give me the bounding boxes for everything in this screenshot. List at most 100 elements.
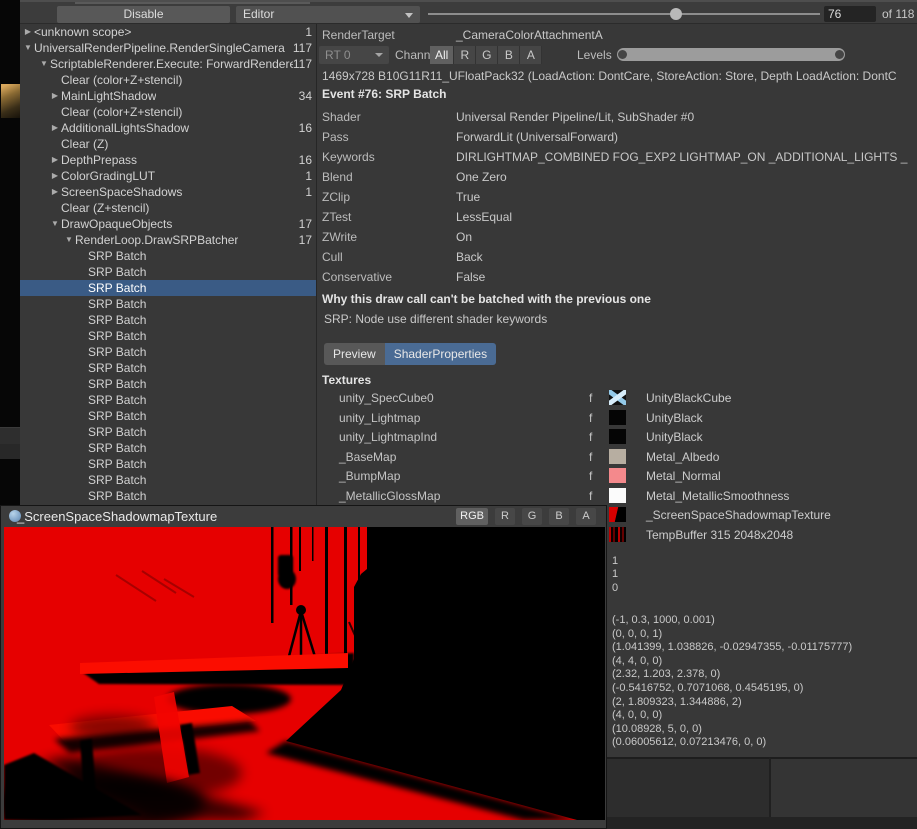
tree-row[interactable]: Clear (color+Z+stencil) xyxy=(20,72,316,88)
background-panel-row xyxy=(0,444,20,459)
tree-row[interactable]: SRP Batch xyxy=(20,408,316,424)
preview-titlebar[interactable]: _ScreenSpaceShadowmapTexture RGBRGBA xyxy=(2,506,607,527)
chevron-down-icon[interactable]: ▼ xyxy=(63,232,75,248)
tree-row[interactable]: SRP Batch xyxy=(20,472,316,488)
texture-thumbnail-black[interactable] xyxy=(609,410,626,425)
texture-name[interactable]: UnityBlackCube xyxy=(646,391,731,405)
levels-range-slider[interactable] xyxy=(617,48,845,61)
tree-row[interactable]: SRP Batch xyxy=(20,328,316,344)
texture-thumbnail-shadowmap[interactable] xyxy=(609,507,626,522)
vector-value: (0, 0, 0, 1) xyxy=(612,628,852,642)
tree-row-count: 117 xyxy=(293,41,316,55)
toolbar: Disable Editor 76 of 118 xyxy=(20,0,917,24)
mode-dropdown[interactable]: Editor xyxy=(236,6,420,23)
preview-channel-button-r[interactable]: R xyxy=(495,508,515,525)
event-slider-track[interactable] xyxy=(428,13,820,15)
property-label: Conservative xyxy=(322,270,392,284)
texture-thumbnail-cubemap[interactable] xyxy=(609,390,626,405)
vector-value: (1.041399, 1.038826, -0.02947355, -0.011… xyxy=(612,641,852,655)
chevron-down-icon[interactable]: ▼ xyxy=(22,40,34,56)
preview-channel-button-g[interactable]: G xyxy=(522,508,542,525)
vector-value: (-1, 0.3, 1000, 0.001) xyxy=(612,614,852,628)
channel-button-a[interactable]: A xyxy=(520,46,542,64)
batch-break-reason: SRP: Node use different shader keywords xyxy=(324,312,547,326)
chevron-down-icon[interactable]: ▼ xyxy=(49,216,61,232)
disable-button[interactable]: Disable xyxy=(57,6,230,23)
tree-row[interactable]: ▼RenderLoop.DrawSRPBatcher17 xyxy=(20,232,316,248)
texture-name[interactable]: Metal_MetallicSmoothness xyxy=(646,489,789,503)
tree-row[interactable]: ▶AdditionalLightsShadow16 xyxy=(20,120,316,136)
texture-type: f xyxy=(589,391,592,405)
texture-name[interactable]: UnityBlack xyxy=(646,411,703,425)
tree-row-count: 1 xyxy=(305,169,316,183)
tree-row[interactable]: ▶<unknown scope>1 xyxy=(20,24,316,40)
tree-row-label: SRP Batch xyxy=(88,473,146,487)
vector-value: (2.32, 1.203, 2.378, 0) xyxy=(612,668,852,682)
chevron-right-icon[interactable]: ▶ xyxy=(49,120,61,136)
tree-row[interactable]: SRP Batch xyxy=(20,344,316,360)
texture-thumbnail-white[interactable] xyxy=(609,488,626,503)
texture-row: unity_SpecCube0fUnityBlackCube xyxy=(317,389,917,409)
texture-name[interactable]: UnityBlack xyxy=(646,430,703,444)
tree-row[interactable]: SRP Batch xyxy=(20,424,316,440)
texture-name[interactable]: Metal_Normal xyxy=(646,469,721,483)
channel-button-r[interactable]: R xyxy=(454,46,476,64)
tree-row[interactable]: ▼UniversalRenderPipeline.RenderSingleCam… xyxy=(20,40,316,56)
property-row: ConservativeFalse xyxy=(317,268,917,288)
tree-row[interactable]: SRP Batch xyxy=(20,456,316,472)
tree-row[interactable]: SRP Batch xyxy=(20,280,316,296)
tree-row[interactable]: ▶MainLightShadow34 xyxy=(20,88,316,104)
tab-preview[interactable]: Preview xyxy=(324,343,385,365)
tree-row[interactable]: ▼DrawOpaqueObjects 17 xyxy=(20,216,316,232)
tree-row[interactable]: SRP Batch xyxy=(20,376,316,392)
tree-row[interactable]: Clear (Z+stencil) xyxy=(20,200,316,216)
tree-row[interactable]: SRP Batch xyxy=(20,360,316,376)
chevron-down-icon[interactable]: ▼ xyxy=(38,56,50,72)
texture-name[interactable]: TempBuffer 315 2048x2048 xyxy=(646,528,793,542)
float-value: 0 xyxy=(612,582,618,595)
tree-row-label: DrawOpaqueObjects xyxy=(61,217,172,231)
channel-button-b[interactable]: B xyxy=(498,46,520,64)
event-number-field[interactable]: 76 xyxy=(824,6,876,22)
tree-row[interactable]: Clear (Z) xyxy=(20,136,316,152)
tree-row[interactable]: ▶DepthPrepass16 xyxy=(20,152,316,168)
texture-row: unity_LightmapfUnityBlack xyxy=(317,409,917,429)
frame-debugger-window: Disable Editor 76 of 118 ▶<unknown scope… xyxy=(0,0,917,829)
chevron-right-icon[interactable]: ▶ xyxy=(49,88,61,104)
tree-row[interactable]: SRP Batch xyxy=(20,488,316,504)
chevron-right-icon[interactable]: ▶ xyxy=(49,184,61,200)
chevron-right-icon[interactable]: ▶ xyxy=(49,152,61,168)
tree-row[interactable]: SRP Batch xyxy=(20,312,316,328)
rt-index-dropdown[interactable]: RT 0 xyxy=(319,46,389,64)
tree-row[interactable]: Clear (color+Z+stencil) xyxy=(20,104,316,120)
tree-row[interactable]: SRP Batch xyxy=(20,392,316,408)
tree-row[interactable]: SRP Batch xyxy=(20,296,316,312)
tree-row[interactable]: SRP Batch xyxy=(20,248,316,264)
tree-row[interactable]: ▶ColorGradingLUT1 xyxy=(20,168,316,184)
preview-channel-button-b[interactable]: B xyxy=(549,508,569,525)
texture-name[interactable]: Metal_Albedo xyxy=(646,450,719,464)
texture-thumbnail-stripes[interactable] xyxy=(609,527,626,542)
preview-channel-button-rgb[interactable]: RGB xyxy=(456,508,488,525)
tree-row-count: 17 xyxy=(299,217,316,231)
tree-row[interactable]: ▶ScreenSpaceShadows1 xyxy=(20,184,316,200)
texture-thumbnail-black[interactable] xyxy=(609,429,626,444)
texture-thumbnail-tan[interactable] xyxy=(609,449,626,464)
chevron-right-icon[interactable]: ▶ xyxy=(22,24,34,40)
tree-row-label: SRP Batch xyxy=(88,425,146,439)
preview-channel-button-a[interactable]: A xyxy=(576,508,596,525)
event-slider-handle[interactable] xyxy=(670,8,682,20)
texture-row: _MetallicGlossMapfMetal_MetallicSmoothne… xyxy=(317,487,917,507)
tree-row-count: 34 xyxy=(299,89,316,103)
channel-button-g[interactable]: G xyxy=(476,46,498,64)
vector-value: (4, 4, 0, 0) xyxy=(612,655,852,669)
tree-row[interactable]: SRP Batch xyxy=(20,264,316,280)
texture-name[interactable]: _ScreenSpaceShadowmapTexture xyxy=(646,508,831,522)
property-value: LessEqual xyxy=(456,210,917,224)
tree-row[interactable]: SRP Batch xyxy=(20,440,316,456)
texture-thumbnail-pink[interactable] xyxy=(609,468,626,483)
tree-row[interactable]: ▼ScriptableRenderer.Execute: ForwardRend… xyxy=(20,56,316,72)
chevron-right-icon[interactable]: ▶ xyxy=(49,168,61,184)
tab-shaderproperties[interactable]: ShaderProperties xyxy=(385,343,496,365)
channel-button-all[interactable]: All xyxy=(430,46,454,64)
